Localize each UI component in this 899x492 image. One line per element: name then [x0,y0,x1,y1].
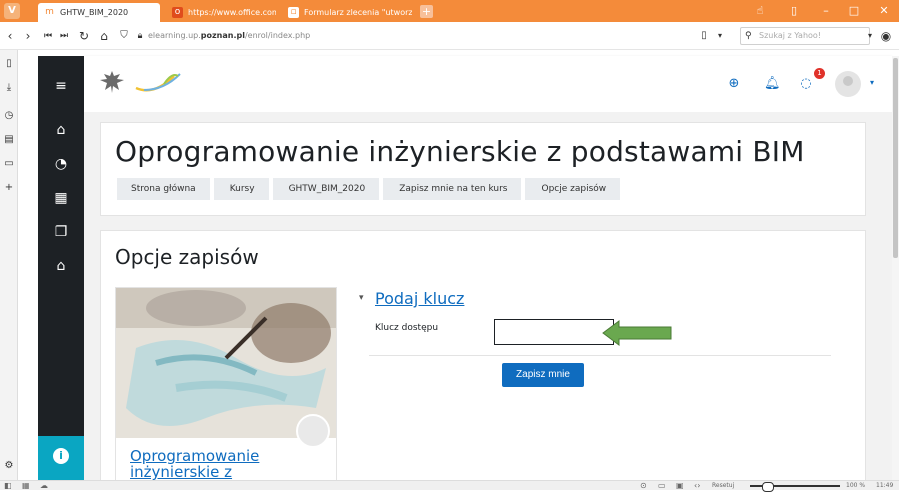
home-icon[interactable]: ⌂ [51,120,71,140]
status-bar: ◧ ▦ ☁ ⊙ ▭ ▣ ‹› Resetuj 100 % 11:49 [0,480,899,492]
breadcrumb-item-options: Opcje zapisów [525,178,621,200]
swoosh-logo-icon[interactable] [134,70,182,94]
trash-icon[interactable]: ▯ [786,3,802,19]
bookmark-icon[interactable]: ▯ [696,28,712,44]
lock-icon: 🔒︎ [137,31,143,41]
add-panel-icon[interactable]: + [3,182,15,194]
minimize-button[interactable]: – [818,3,834,19]
breadcrumb-item-home[interactable]: Strona główna [117,178,210,200]
tab-label: GHTW_BIM_2020 [60,8,129,17]
moodle-navbar: ⊕ 🔔︎ ◌ 1 ▾ [84,56,892,112]
notes-icon[interactable]: ▤ [3,134,15,146]
message-icon[interactable]: ◌ [798,76,814,92]
page-header-card: Oprogramowanie inżynierskie z podstawami… [100,122,866,216]
maximize-button[interactable]: □ [846,3,862,19]
office-icon: o [172,7,183,18]
url-field[interactable]: elearning.up.poznan.pl/enrol/index.php [148,28,310,44]
breadcrumb-item-enrol[interactable]: Zapisz mnie na ten kurs [383,178,522,200]
forward-icon[interactable]: › [20,28,36,44]
gear-icon[interactable]: ⚙ [3,460,15,472]
url-host: poznan.pl [200,31,245,40]
home-icon[interactable]: ⌂ [96,28,112,44]
course-link[interactable]: Oprogramowanie inżynierskie z [130,448,330,480]
collapse-icon[interactable]: ▾ [359,293,364,303]
dashboard-icon[interactable]: ◔ [51,154,71,174]
rewind-icon[interactable]: ⏮ [40,28,56,44]
chevron-down-icon[interactable]: ▾ [870,78,874,87]
back-icon[interactable]: ‹ [2,28,18,44]
tab-form[interactable]: ▫ Formularz zlecenia "utworz [282,3,412,22]
profile-icon[interactable]: ◉ [878,28,894,44]
enrol-me-button[interactable]: Zapisz mnie [502,363,584,387]
moodle-icon: m [45,7,54,17]
shield-icon[interactable]: ⛉ [116,28,132,44]
eagle-logo-icon[interactable] [98,68,126,96]
url-path: /enrol/index.php [244,31,311,40]
title-bar: V m GHTW_BIM_2020 o https://www.office.c… [0,0,899,22]
course-card[interactable]: Oprogramowanie inżynierskie z [115,287,337,481]
teacher-avatar [296,414,330,448]
bell-icon[interactable]: 🔔︎ [764,76,781,92]
tab-label: Formularz zlecenia "utworz [304,8,412,17]
courses-icon[interactable]: ⌂ [51,256,71,276]
chevron-down-icon[interactable]: ▾ [712,28,728,44]
url-prefix: elearning.up. [148,31,201,40]
chevron-down-icon[interactable]: ▾ [862,28,878,44]
info-icon: i [53,448,69,464]
reload-icon[interactable]: ↻ [76,28,92,44]
files-icon[interactable]: ❐ [51,222,71,242]
page-title: Oprogramowanie inżynierskie z podstawami… [115,135,805,168]
help-button[interactable]: i [38,436,84,480]
cursor-icon: ☝ [756,4,764,17]
scrollbar-thumb[interactable] [893,58,898,258]
tab-office[interactable]: o https://www.office.com/?re [166,3,276,22]
vivaldi-logo-icon[interactable]: V [4,3,20,19]
breadcrumb-item-course[interactable]: GHTW_BIM_2020 [272,178,380,200]
avatar[interactable] [835,71,861,97]
new-tab-button[interactable]: + [420,5,433,18]
section-title: Opcje zapisów [115,245,259,269]
calendar-icon[interactable]: ▦ [51,188,71,208]
annotation-arrow-icon [602,320,672,346]
tab-ghtw[interactable]: m GHTW_BIM_2020 [38,3,160,22]
search-input[interactable]: ⚲ Szukaj z Yahoo! [740,27,870,45]
breadcrumb: Strona główna Kursy GHTW_BIM_2020 Zapisz… [117,178,624,200]
divider [369,355,831,356]
history-icon[interactable]: ◷ [3,110,15,122]
tab-label: https://www.office.com/?re [188,8,276,17]
breadcrumb-item-courses[interactable]: Kursy [213,178,269,200]
bookmarks-icon[interactable]: ▯ [3,58,15,70]
address-bar-row: ‹ › ⏮ ⏭ ↻ ⌂ ⛉ 🔒︎ elearning.up.poznan.pl/… [0,22,899,50]
search-placeholder: Szukaj z Yahoo! [759,31,822,40]
enrolment-key-input[interactable] [494,319,614,345]
key-label: Klucz dostępu [375,323,439,333]
globe-icon[interactable]: ⊕ [726,76,742,92]
fast-forward-icon[interactable]: ⏭ [56,28,72,44]
close-button[interactable]: ✕ [876,3,892,19]
window-icon[interactable]: ▭ [3,158,15,170]
download-icon[interactable]: ⤓ [3,82,15,94]
menu-icon[interactable]: ≡ [51,76,71,96]
notification-badge: 1 [814,68,825,79]
enrolment-options-card: Opcje zapisów Oprogramowanie inżynierski… [100,230,866,481]
enrol-key-heading[interactable]: Podaj klucz [375,289,464,308]
zoom-slider[interactable] [750,482,840,492]
browser-window: V m GHTW_BIM_2020 o https://www.office.c… [0,0,899,492]
page-scrollbar[interactable] [892,56,899,480]
browser-side-panel: ▯ ⤓ ◷ ▤ ▭ + ⚙ [0,50,18,480]
moodle-nav-drawer: ≡ ⌂ ◔ ▦ ❐ ⌂ i [38,56,84,480]
search-icon: ⚲ [745,31,752,41]
form-icon: ▫ [288,7,299,18]
